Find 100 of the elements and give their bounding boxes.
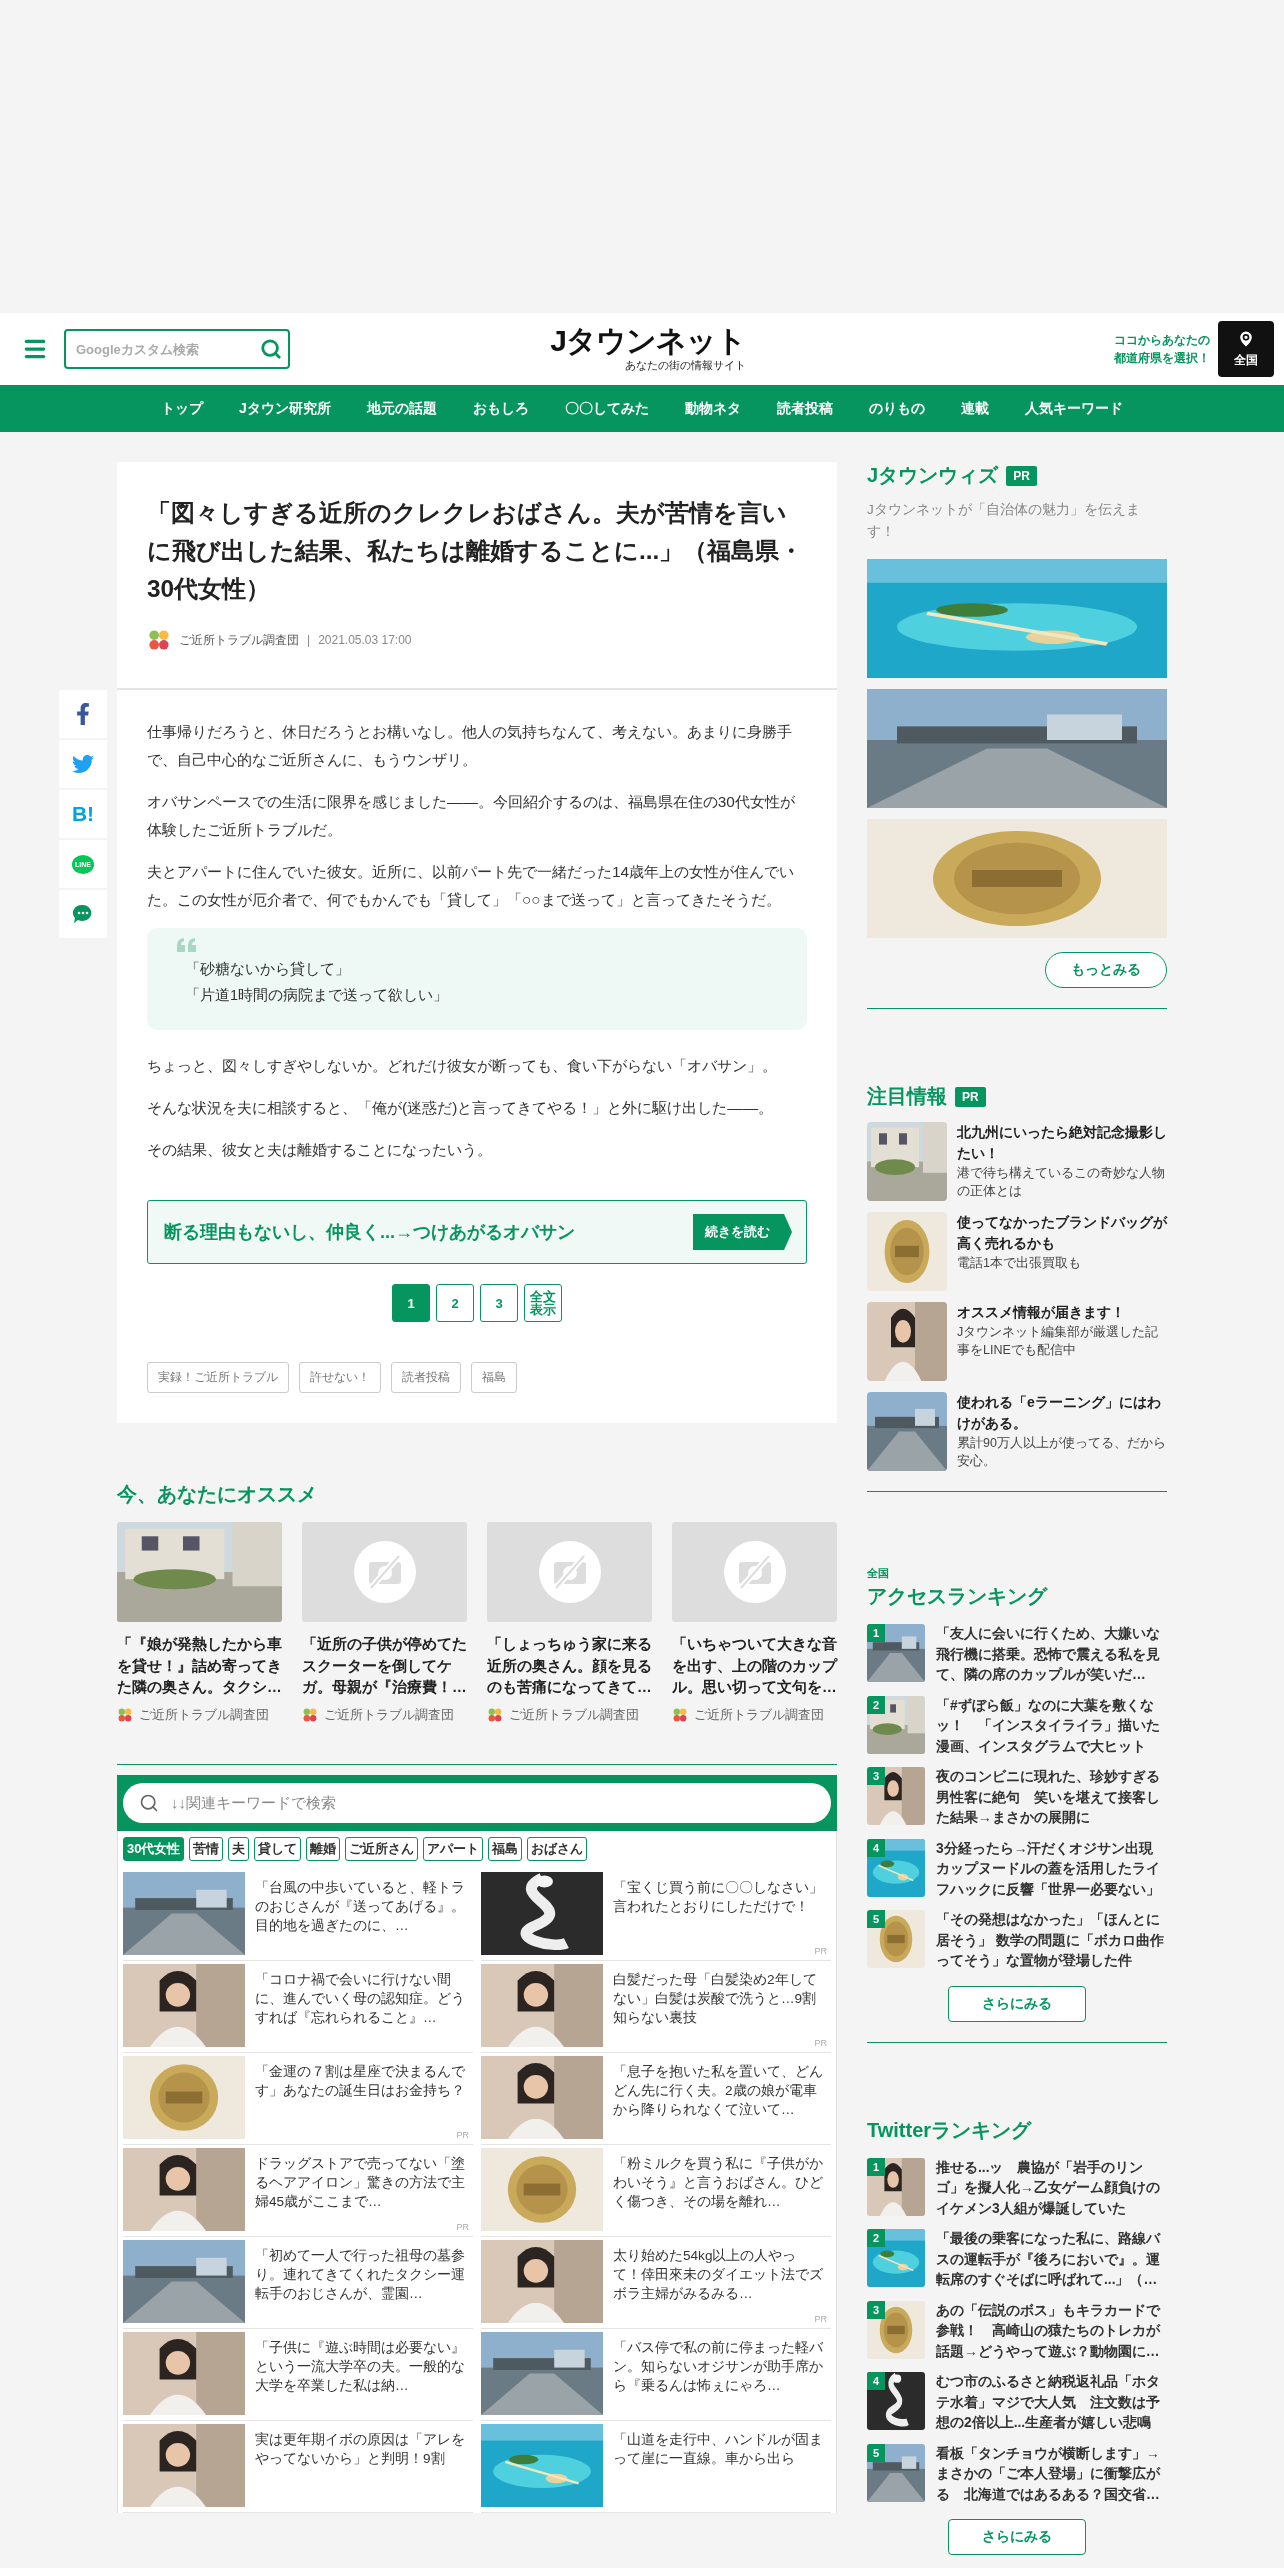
author-name[interactable]: ご近所トラブル調査団 — [179, 631, 299, 649]
author-name: ご近所トラブル調査団 — [694, 1706, 824, 1724]
tag-link[interactable]: 福島 — [471, 1362, 517, 1393]
hatena-label: B! — [71, 802, 95, 826]
article-title: 「図々しすぎる近所のクレクレおばさん。夫が苦情を言いに飛び出した結果、私たちは離婚することに...」（福島県・30代女性） — [147, 498, 805, 604]
featured-description: 電話1本で出張買取も — [957, 1255, 1082, 1272]
ranking-item[interactable]: 5 看板「タンチョウが横断します」→まさかの「ご本人登場」に衝撃広がる 北海道ではあるある？国交省… — [867, 2443, 1167, 2505]
related-article[interactable]: 実は更年期イボの原因は「アレをやってないから」と判明！9割 — [123, 2420, 473, 2513]
pr-label: PR — [456, 2129, 469, 2140]
share-button[interactable] — [59, 740, 107, 788]
quote-line: 「砂糖ないから貸して」 — [185, 960, 351, 979]
region-button[interactable]: 全国 — [1218, 321, 1274, 377]
article-paragraph: 夫とアパートに住んでいた彼女。近所に、以前パート先で一緒だった14歳年上の女性が住んでいた。この女性が厄介者で、何でもかんでも「貸して」「○○まで送って」と言ってきたそうだ。 — [147, 862, 796, 910]
pr-label: PR — [814, 2313, 827, 2324]
rank-number: 2 — [867, 2229, 885, 2247]
page-button[interactable]: 3 — [480, 1284, 518, 1322]
pr-badge: PR — [955, 1086, 986, 1107]
ranking-item[interactable]: 5 「その発想はなかった」「ほんとに居そう」 数学の問題に「ボカロ曲作ってそう」な置物が登場した件 — [867, 1910, 1167, 1972]
more-button[interactable]: さらにみる — [948, 1985, 1086, 2022]
related-article[interactable]: 「宝くじ買う前に〇〇しなさい」言われたとおりにしただけで！ PR — [481, 1868, 831, 1961]
ranking-item[interactable]: 1 推せる...ッ 農協が「岩手のリンゴ」を擬人化→乙女ゲーム顔負けのイケメン3人組が爆誕していた — [867, 2157, 1167, 2219]
ranking-item[interactable]: 2 「最後の乗客になった私に、路線バスの運転手が『後ろにおいで』。運転席のすぐそばに呼ばれて...」（… — [867, 2229, 1167, 2291]
related-article[interactable]: 「コロナ禍で会いに行けない間に、進んでいく母の認知症。どうすれば『忘れられること』… — [123, 1960, 473, 2053]
featured-item[interactable]: オススメ情報が届きます！ Jタウンネット編集部が厳選した記事をLINEでも配信中 — [867, 1302, 1167, 1381]
section-description: Jタウンネットが「自治体の魅力」を伝えます！ — [867, 501, 1141, 541]
search-icon[interactable] — [260, 338, 282, 360]
recommendation-title[interactable]: 「『娘が発熱したから車を貸せ！』詰め寄ってきた隣の奥さん。タクシ… — [117, 1634, 282, 1699]
related-article[interactable]: 「粉ミルクを買う私に『子供がかわいそう』と言うおばさん。ひどく傷つき、その場を離れ… — [481, 2144, 831, 2237]
page-button[interactable]: 1 — [392, 1284, 430, 1322]
share-button[interactable] — [59, 890, 107, 938]
rank-number: 3 — [867, 1767, 885, 1785]
rank-number: 5 — [867, 2443, 885, 2462]
keyword-tag[interactable]: 福島 — [488, 1836, 523, 1861]
ranking-item[interactable]: 2 「#ずぼら飯」なのに大葉を敷くなッ！ 「インスタイライラ」描いた漫画、インスタグラムで大ヒット — [867, 1695, 1167, 1757]
search-field[interactable]: Googleカスタム検索 — [64, 329, 290, 369]
keyword-tag[interactable]: アパート — [423, 1836, 484, 1861]
featured-item[interactable]: 使われる「eラーニング」にはわけがある。 累計90万人以上が使ってる、だから安心。 — [867, 1392, 1167, 1471]
tag-link[interactable]: 実録！ご近所トラブル — [147, 1362, 289, 1393]
keyword-tag[interactable]: おばさん — [527, 1836, 588, 1861]
quote-line: 「片道1時間の病院まで送って欲しい」 — [185, 986, 450, 1005]
featured-item[interactable]: 北九州にいったら絶対記念撮影したい！ 港で待ち構えているこの奇妙な人物の正体とは — [867, 1122, 1167, 1201]
featured-title: 使ってなかったブランドバッグが高く売れるかも — [957, 1213, 1167, 1253]
separator: | — [307, 633, 311, 647]
rank-number: 4 — [867, 1838, 885, 1857]
nav-link[interactable]: 連載 — [960, 399, 989, 418]
featured-item[interactable]: 使ってなかったブランドバッグが高く売れるかも 電話1本で出張買取も — [867, 1212, 1167, 1291]
ranking-item[interactable]: 4 3分経ったら→汗だくオジサン出現カップヌードルの蓋を活用したライフハックに反響「世界一必要ない」 — [867, 1838, 1167, 1900]
featured-description: Jタウンネット編集部が厳選した記事をLINEでも配信中 — [957, 1324, 1160, 1359]
next-page-link[interactable]: 断る理由もないし、仲良く...→つけあがるオバサン 続きを読む — [147, 1200, 807, 1264]
keyword-search-field[interactable]: ↓↓関連キーワードで検索 — [123, 1782, 831, 1823]
author-name: ご近所トラブル調査団 — [324, 1706, 454, 1724]
related-article[interactable]: 太り始めた54kg以上の人やって！倖田來未のダイエット法でズボラ主婦がみるみる… PR — [481, 2236, 831, 2329]
related-article[interactable]: 白髪だった母「白髪染め2年してない」白髪は炭酸で洗うと…9割知らない裏技 PR — [481, 1960, 831, 2053]
nav-link[interactable]: 読者投稿 — [776, 399, 833, 418]
related-article[interactable]: 「山道を走行中、ハンドルが固まって崖に一直線。車から出ら — [481, 2420, 831, 2513]
keyword-tag[interactable]: 30代女性 — [123, 1836, 185, 1861]
more-button[interactable]: さらにみる — [948, 2519, 1086, 2555]
keyword-tag[interactable]: 貸して — [254, 1836, 302, 1861]
tag-link[interactable]: 読者投稿 — [391, 1362, 461, 1393]
nav-link[interactable]: 人気キーワード — [1024, 399, 1123, 418]
related-article[interactable]: 「息子を抱いた私を置いて、どんどん先に行く夫。2歳の娘が電車から降りられなくて泣いて… — [481, 2052, 831, 2145]
related-article[interactable]: 「バス停で私の前に停まった軽バン。知らないオジサンが助手席から『乗るんは怖ぇにゃろ… — [481, 2328, 831, 2421]
ranking-item[interactable]: 3 あの「伝説のボス」もキラカードで参戦！ 高崎山の猿たちのトレカが話題→どうやって遊ぶ？動物園に… — [867, 2300, 1167, 2362]
nav-link[interactable]: 地元の話題 — [366, 399, 437, 418]
nav-link[interactable]: おもしろ — [472, 399, 529, 418]
related-article[interactable]: ドラッグストアで売ってない「塗るヘアアイロン」驚きの方法で主婦45歳がここまで… PR — [123, 2144, 473, 2237]
keyword-tag[interactable]: 離婚 — [306, 1836, 341, 1861]
related-article[interactable]: 「初めて一人で行った祖母の墓参り。連れてきてくれたタクシー運転手のおじさんが、霊園… — [123, 2236, 473, 2329]
page-button[interactable]: 2 — [436, 1284, 474, 1322]
read-more-button[interactable]: 続きを読む — [693, 1214, 792, 1250]
nav-link[interactable]: のりもの — [868, 399, 925, 418]
pr-label: PR — [814, 1945, 827, 1956]
keyword-tag[interactable]: 夫 — [228, 1836, 250, 1861]
recommendation-title[interactable]: 「近所の子供が停めてたスクーターを倒してケガ。母親が『治療費！… — [302, 1634, 467, 1699]
related-article[interactable]: 「台風の中歩いていると、軽トラのおじさんが『送ってあげる』。目的地を過ぎたのに、… — [123, 1868, 473, 1961]
ranking-item[interactable]: 3 夜のコンビニに現れた、珍妙すぎる男性客に絶句 笑いを堪えて接客した結果→まさかの展開に — [867, 1767, 1167, 1829]
ranking-item[interactable]: 1 「友人に会いに行くため、大嫌いな飛行機に搭乗。恐怖で震える私を見て、隣の席のカップルが笑いだ… — [867, 1624, 1167, 1686]
article-paragraph: その結果、彼女と夫は離婚することになったいう。 — [147, 1140, 493, 1160]
more-button[interactable]: もっとみる — [1045, 952, 1167, 988]
author-name: ご近所トラブル調査団 — [509, 1706, 639, 1724]
no-image-icon — [722, 1540, 787, 1604]
nav-link[interactable]: 動物ネタ — [684, 399, 741, 418]
related-article[interactable]: 「子供に『遊ぶ時間は必要ない』という一流大学卒の夫。一般的な大学を卒業した私は納… — [123, 2328, 473, 2421]
keyword-tag[interactable]: 苦情 — [189, 1836, 224, 1861]
tag-link[interactable]: 許せない！ — [299, 1362, 381, 1393]
share-button[interactable] — [59, 690, 107, 738]
ranking-scope: 全国 — [867, 1566, 890, 1581]
recommendation-title[interactable]: 「いちゃついて大きな音を出す、上の階のカップル。思い切って文句を… — [672, 1634, 837, 1699]
page-button[interactable]: 全文表示 — [524, 1284, 562, 1322]
no-image-icon — [352, 1540, 417, 1604]
publish-date: 2021.05.03 17:00 — [318, 633, 412, 647]
site-logo[interactable]: Jタウンネット — [550, 325, 746, 356]
related-article[interactable]: 「金運の７割は星座で決まるんです」あなたの誕生日はお金持ち？ PR — [123, 2052, 473, 2145]
section-title: 注目情報 — [867, 1084, 947, 1109]
nav-link[interactable]: Jタウン研究所 — [239, 399, 331, 418]
ranking-item[interactable]: 4 むつ市のふるさと納税返礼品「ホタテ水着」マジで大人気 注文数は予想の2倍以上...生産者が嬉しい悲鳴 — [867, 2372, 1167, 2434]
recommendation-title[interactable]: 「しょっちゅう家に来る近所の奥さん。顔を見るのも苦痛になってきて… — [487, 1634, 652, 1699]
keyword-tag[interactable]: ご近所さん — [345, 1836, 419, 1861]
nav-link[interactable]: トップ — [161, 399, 204, 418]
nav-link[interactable]: 〇〇してみた — [564, 399, 649, 418]
